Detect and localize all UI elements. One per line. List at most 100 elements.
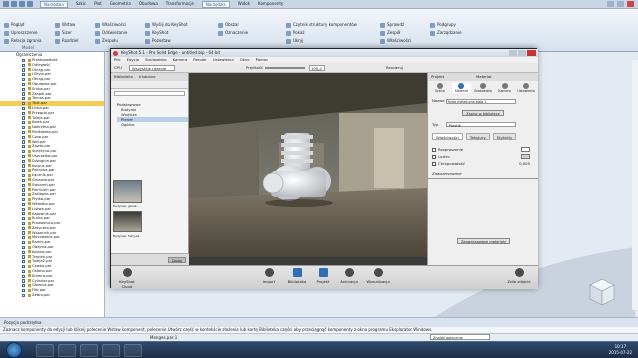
import-button[interactable]: Import <box>257 268 281 284</box>
cpu-workers-select[interactable]: Wszystkie rdzenie <box>129 65 175 71</box>
library-search-input[interactable] <box>114 91 185 96</box>
property-value[interactable]: 0,005 <box>519 160 530 167</box>
tree-row-checkbox[interactable] <box>22 269 26 274</box>
tree-row-checkbox[interactable] <box>22 188 26 192</box>
project-tab[interactable]: Środowisko <box>473 83 493 93</box>
tree-row-checkbox[interactable] <box>22 231 26 235</box>
ribbon-item[interactable]: Sprawdź <box>380 21 411 29</box>
library-add-button[interactable]: Dodaj <box>167 257 186 263</box>
tree-row-checkbox[interactable] <box>22 154 26 158</box>
ribbon-item[interactable]: Odświeżanie <box>95 29 127 37</box>
ribbon-item[interactable]: Zespołu <box>95 37 127 45</box>
library-folder[interactable]: Ogólne <box>117 122 188 127</box>
thumbnail-1[interactable] <box>113 180 142 203</box>
property-checkbox[interactable] <box>432 148 436 152</box>
tree-row-checkbox[interactable] <box>22 73 26 77</box>
tree-row-checkbox[interactable] <box>22 241 26 245</box>
tree-row-checkbox[interactable] <box>22 77 26 82</box>
minimize-button[interactable] <box>607 1 614 7</box>
tree-row-checkbox[interactable] <box>22 58 26 62</box>
render-button[interactable]: Renderuj <box>386 63 403 73</box>
thumbnail-2[interactable] <box>113 211 142 232</box>
tree-row-checkbox[interactable] <box>22 217 26 221</box>
material-property-row[interactable]: Chropowatość 0,005 <box>432 160 534 167</box>
ribbon-tab[interactable]: Narzędzia <box>40 1 68 8</box>
multi-material-button[interactable]: Zaawansowane materiały <box>456 238 511 244</box>
tree-row-checkbox[interactable] <box>22 121 26 125</box>
animation-button[interactable]: Animacja <box>337 268 361 284</box>
tree-row-checkbox[interactable] <box>22 221 26 226</box>
tree-row-checkbox[interactable] <box>22 101 26 106</box>
tree-row-checkbox[interactable] <box>22 279 26 283</box>
tree-row-checkbox[interactable] <box>22 63 26 67</box>
property-checkbox[interactable] <box>432 162 436 166</box>
ribbon-item[interactable]: KeyShot <box>145 29 188 37</box>
tree-row-checkbox[interactable] <box>22 82 26 86</box>
tree-row-checkbox[interactable] <box>22 236 26 240</box>
ribbon-item[interactable]: Właściwości <box>380 37 411 45</box>
tree-row-checkbox[interactable] <box>22 87 26 91</box>
tree-row-checkbox[interactable] <box>22 135 26 139</box>
visualization-button[interactable]: Wizualizacja <box>363 268 393 284</box>
material-subtab[interactable]: Tekstury <box>465 133 490 140</box>
speed-input[interactable]: 100,0 <box>309 65 325 71</box>
ribbon-item[interactable]: Wyślij do KeyShot <box>145 21 188 29</box>
ribbon-item[interactable]: Obszar <box>218 21 248 29</box>
tree-row-checkbox[interactable] <box>22 178 26 182</box>
system-clock[interactable]: 10:17 2015-07-22 <box>609 344 632 355</box>
ribbon-item[interactable]: Oznaczenie <box>218 29 248 37</box>
tree-row-checkbox[interactable] <box>22 202 26 206</box>
tree-row-checkbox[interactable] <box>22 293 26 298</box>
screenshot-button[interactable]: Zrób zdjęcie <box>503 268 535 284</box>
tree-row-checkbox[interactable] <box>22 116 26 120</box>
ribbon-item[interactable]: Sizer <box>55 29 78 37</box>
taskbar-browser-icon[interactable] <box>58 344 76 357</box>
taskbar-media-icon[interactable] <box>80 344 98 357</box>
library-category-icons[interactable] <box>111 81 188 89</box>
undo-icon[interactable] <box>19 1 25 7</box>
tree-row-checkbox[interactable] <box>22 164 26 168</box>
ribbon-item[interactable]: Wstaw <box>55 21 78 29</box>
tree-row-checkbox[interactable] <box>22 159 26 163</box>
ribbon-tab[interactable]: Szkic <box>76 1 86 8</box>
ribbon-item[interactable]: Podgrupy <box>430 21 462 29</box>
ribbon-tab[interactable]: Transformacje <box>166 1 194 8</box>
tree-row-checkbox[interactable] <box>22 173 26 178</box>
property-checkbox[interactable] <box>432 155 436 159</box>
ribbon-item[interactable]: Rozdziel <box>55 37 78 45</box>
tree-row-checkbox[interactable] <box>22 183 26 187</box>
material-name-input[interactable]: farba metaliczna biała 1 <box>445 98 516 104</box>
save-icon[interactable] <box>11 1 17 7</box>
tab-library[interactable]: Biblioteka <box>114 73 133 81</box>
taskbar-keyshot-icon[interactable] <box>124 344 142 357</box>
tree-row-checkbox[interactable] <box>22 106 26 110</box>
app-menu-icon[interactable] <box>3 1 9 7</box>
view-cube-icon[interactable] <box>588 277 616 307</box>
project-tab[interactable]: Scena <box>430 83 450 93</box>
ribbon-item[interactable]: Pokaż <box>286 29 357 37</box>
material-property-row[interactable]: Lustro <box>432 153 534 160</box>
project-tab[interactable]: Kamera <box>495 83 515 93</box>
command-finder-input[interactable]: Znajdź polecenie <box>430 334 490 340</box>
material-subtab[interactable]: Właściwości <box>432 133 463 140</box>
ribbon-item[interactable]: Relacja zgrania <box>4 37 42 45</box>
tree-row-checkbox[interactable] <box>22 265 26 269</box>
tree-row-checkbox[interactable] <box>22 255 26 259</box>
tree-row-checkbox[interactable] <box>22 125 26 130</box>
color-swatch[interactable] <box>521 154 530 159</box>
close-button[interactable] <box>627 1 634 7</box>
tree-row-checkbox[interactable] <box>22 212 26 216</box>
keyshot-close-button[interactable] <box>527 50 536 56</box>
ribbon-item[interactable]: Czytnik struktury komponentów <box>286 21 357 29</box>
taskbar-explorer-icon[interactable] <box>36 344 54 357</box>
tree-row-checkbox[interactable] <box>22 226 26 230</box>
tree-row-checkbox[interactable] <box>22 68 26 72</box>
start-button[interactable] <box>6 342 22 358</box>
tree-row-checkbox[interactable] <box>22 284 26 288</box>
save-to-library-button[interactable]: Zapisz w bibliotece <box>462 109 504 116</box>
ribbon-tab[interactable]: Obudowa <box>139 1 158 8</box>
ribbon-item[interactable]: Pozostaw <box>145 37 188 45</box>
ribbon-item[interactable]: Zespół <box>380 29 411 37</box>
advanced-row[interactable]: Zaawansowane <box>428 169 538 179</box>
tree-row-checkbox[interactable] <box>22 145 26 149</box>
